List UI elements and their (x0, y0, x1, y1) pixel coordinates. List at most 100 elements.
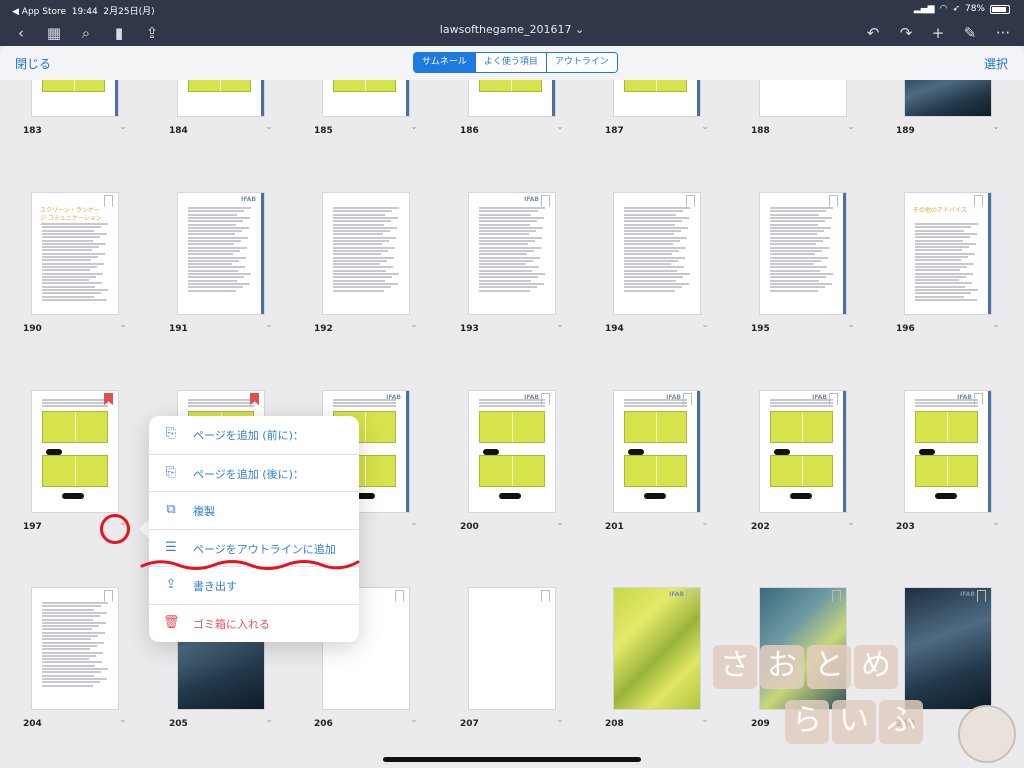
tab-thumbnails[interactable]: サムネール (414, 53, 475, 72)
page-thumbnail[interactable]: IFAB (614, 588, 700, 709)
bookmark-outline-icon[interactable] (541, 590, 550, 602)
chevron-down-icon[interactable]: ⌄ (846, 320, 856, 330)
page-thumbnail[interactable]: スクリーン・ランゲージ コミュニケーション 他 (32, 193, 118, 314)
pencil-off-icon[interactable]: ✎ (961, 24, 979, 42)
chevron-down-icon[interactable]: ⌄ (846, 518, 856, 528)
tab-outline[interactable]: アウトライン (545, 53, 617, 72)
page-thumbnail[interactable] (323, 80, 409, 116)
chevron-down-icon[interactable]: ⌄ (118, 320, 128, 330)
bookmark-outline-icon[interactable] (829, 393, 838, 405)
back-to-app-link[interactable]: ◀ App Store (12, 7, 66, 17)
chevron-down-icon[interactable]: ⌄ (991, 122, 1001, 132)
chevron-down-icon[interactable]: ⌄ (409, 518, 419, 528)
text-line (42, 402, 108, 404)
text-line (479, 286, 537, 289)
text-line (624, 233, 674, 236)
bookmark-outline-icon[interactable] (829, 195, 838, 207)
page-thumbnail[interactable] (32, 391, 118, 512)
page-thumbnail[interactable]: IFAB (614, 391, 700, 512)
page-thumbnail[interactable] (469, 588, 555, 709)
chevron-down-icon[interactable]: ⌄ (700, 122, 710, 132)
bookmark-outline-icon[interactable] (395, 590, 404, 602)
bookmark-outline-icon[interactable] (541, 195, 550, 207)
page-thumbnail[interactable] (178, 80, 264, 116)
page-thumbnail[interactable]: IFAB (905, 588, 991, 709)
menu-item-label: 書き出す (193, 580, 237, 593)
text-line (42, 654, 96, 657)
chevron-down-icon[interactable]: ⌄ (555, 518, 565, 528)
bookmark-outline-icon[interactable] (832, 590, 841, 602)
more-icon[interactable]: ··· (994, 24, 1012, 42)
close-button[interactable]: 閉じる (15, 55, 51, 72)
page-thumbnail[interactable]: IFAB (469, 391, 555, 512)
page-thumbnail[interactable]: IFAB (469, 193, 555, 314)
bookmark-outline-icon[interactable] (686, 590, 695, 602)
text-line (42, 681, 100, 684)
page-thumbnail[interactable] (614, 80, 700, 116)
plus-icon[interactable]: + (929, 24, 947, 42)
redo-icon[interactable]: ↷ (897, 24, 915, 42)
page-thumbnail[interactable]: IFAB (178, 193, 264, 314)
chevron-down-icon[interactable]: ⌄ (264, 122, 274, 132)
page-thumbnail[interactable] (614, 193, 700, 314)
watermark-char: い (832, 700, 876, 744)
bookmark-outline-icon[interactable] (686, 195, 695, 207)
ifab-logo: IFAB (241, 196, 256, 203)
page-thumbnail[interactable] (760, 80, 846, 116)
page-thumbnail[interactable] (760, 193, 846, 314)
undo-icon[interactable]: ↶ (864, 24, 882, 42)
chevron-down-icon[interactable]: ⌄ (409, 122, 419, 132)
page-thumbnail[interactable] (32, 80, 118, 116)
page-thumbnail[interactable]: IFAB (905, 391, 991, 512)
menu-item-duplicate[interactable]: ⧉ 複製 (149, 491, 359, 528)
pitch-diagram (333, 80, 396, 92)
bookmark-outline-icon[interactable] (683, 393, 692, 405)
page-thumbnail[interactable] (323, 193, 409, 314)
chevron-down-icon[interactable]: ⌄ (700, 320, 710, 330)
home-indicator[interactable] (383, 757, 641, 762)
bookmark-outline-icon[interactable] (974, 393, 983, 405)
text-line (915, 239, 963, 242)
bookmark-icon[interactable] (250, 393, 259, 405)
chevron-down-icon[interactable]: ⌄ (991, 320, 1001, 330)
page-thumbnail[interactable] (469, 80, 555, 116)
chevron-down-icon: ⌄ (574, 23, 585, 36)
page-thumbnail[interactable] (32, 588, 118, 709)
text-line (915, 236, 970, 239)
tab-favorites[interactable]: よく使う項目 (474, 53, 546, 72)
text-line (915, 275, 966, 278)
chevron-down-icon[interactable]: ⌄ (118, 715, 128, 725)
chevron-down-icon[interactable]: ⌄ (555, 122, 565, 132)
bookmark-outline-icon[interactable] (974, 195, 983, 207)
bookmark-outline-icon[interactable] (977, 590, 986, 602)
chevron-down-icon[interactable]: ⌄ (409, 320, 419, 330)
bookmark-outline-icon[interactable] (104, 590, 113, 602)
bookmark-outline-icon[interactable] (541, 393, 550, 405)
chevron-down-icon[interactable]: ⌄ (700, 518, 710, 528)
menu-item-add-page-before[interactable]: ⎘ ページを追加 (前に)： (149, 416, 359, 453)
bookmark-icon[interactable] (104, 393, 113, 405)
chevron-down-icon[interactable]: ⌄ (264, 320, 274, 330)
chevron-down-icon[interactable]: ⌄ (846, 122, 856, 132)
text-line (479, 273, 545, 275)
page-number: 196 (896, 324, 915, 334)
select-button[interactable]: 選択 (984, 55, 1008, 72)
page-thumbnail[interactable]: その他のアドバイス (905, 193, 991, 314)
chevron-down-icon[interactable]: ⌄ (555, 715, 565, 725)
pitch-diagram (479, 455, 545, 487)
chevron-down-icon[interactable]: ⌄ (409, 715, 419, 725)
chevron-down-icon[interactable]: ⌄ (991, 518, 1001, 528)
chevron-down-icon[interactable]: ⌄ (700, 715, 710, 725)
page-thumbnail[interactable] (905, 80, 991, 116)
page-number: 206 (314, 719, 333, 729)
watermark-char: お (760, 645, 804, 689)
menu-item-add-page-after[interactable]: ⎘ ページを追加 (後に)： (149, 453, 359, 491)
chevron-down-icon[interactable]: ⌄ (264, 715, 274, 725)
bookmark-outline-icon[interactable] (104, 195, 113, 207)
text-line (42, 638, 91, 641)
page-thumbnail[interactable]: IFAB (760, 391, 846, 512)
menu-item-trash[interactable]: 🗑 ゴミ箱に入れる (149, 603, 359, 641)
chevron-down-icon[interactable]: ⌄ (555, 320, 565, 330)
chevron-down-icon[interactable]: ⌄ (118, 122, 128, 132)
text-line (333, 405, 396, 407)
